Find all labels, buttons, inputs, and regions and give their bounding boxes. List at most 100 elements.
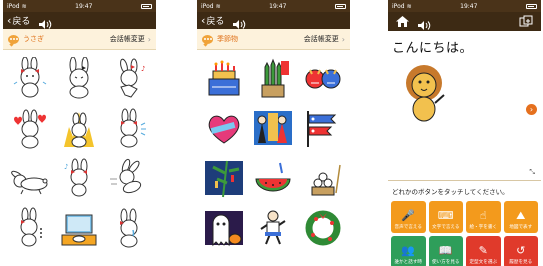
change-book-button[interactable]: 会話帳変更 ›	[304, 34, 345, 44]
battery-icon	[525, 3, 537, 9]
chevron-right-icon: ›	[529, 105, 534, 114]
sticker-rabbit-angry[interactable]	[56, 104, 104, 152]
clock: 19:47	[269, 2, 287, 10]
sticker-grid: ♪ ♪	[3, 50, 156, 252]
category-name: 季節物	[217, 35, 238, 43]
note-icon: ✎	[478, 244, 488, 257]
message-text: こんにちは。	[392, 41, 474, 56]
share-icon[interactable]	[519, 12, 533, 31]
next-arrow-button[interactable]: ›	[526, 104, 537, 115]
sticker-koinobori[interactable]	[299, 104, 347, 152]
sticker-birthday-cake[interactable]	[200, 54, 248, 102]
sticker-watermelon[interactable]	[250, 154, 298, 202]
sticker-rabbit-wonder[interactable]: ♪	[56, 154, 104, 202]
svg-text:♪: ♪	[141, 65, 145, 73]
wifi-icon: ≋	[21, 2, 27, 10]
sticker-hina-dolls[interactable]	[250, 104, 298, 152]
wifi-icon: ≋	[215, 2, 221, 10]
carrier-label: iPod	[7, 2, 20, 10]
change-book-button[interactable]: 会話帳変更 ›	[110, 34, 151, 44]
history-icon: ↺	[516, 244, 526, 257]
sticker-rabbit-computer[interactable]	[56, 204, 104, 252]
status-bar: iPod ≋ 19:47	[197, 0, 350, 12]
sticker-rabbit-jump[interactable]	[105, 154, 153, 202]
sticker-rabbit-love[interactable]	[6, 104, 54, 152]
sticker-rabbit-tear[interactable]	[105, 204, 153, 252]
how-to-button[interactable]: 📖 使い方を見る	[428, 236, 463, 266]
speak-text-button[interactable]: ⌨ 文字で言える	[428, 201, 463, 233]
collapse-icon[interactable]: ⤡	[529, 168, 535, 177]
nav-bar: ‹ 戻る	[3, 12, 156, 29]
status-bar: iPod ≋ 19:47	[3, 0, 156, 12]
phrases-button[interactable]: ✎ 定型文を選ぶ	[466, 236, 501, 266]
sticker-halloween[interactable]	[200, 204, 248, 252]
clock: 19:47	[75, 2, 93, 10]
talk-button[interactable]: 👥 誰かと話す時	[391, 236, 426, 266]
battery-icon	[334, 3, 346, 9]
sticker-heart-love[interactable]	[200, 104, 248, 152]
change-book-label: 会話帳変更	[303, 35, 339, 43]
chat-bubble-icon	[202, 34, 213, 44]
sticker-tanabata[interactable]	[200, 154, 248, 202]
sticker-rabbit-crawl[interactable]	[6, 154, 54, 202]
category-row[interactable]: 季節物 会話帳変更 ›	[197, 29, 350, 50]
button-label: 地図で表す	[509, 225, 533, 230]
button-label: 絵・字を書く	[469, 225, 498, 230]
chat-bubble-icon	[8, 34, 19, 44]
screen-conversation: iPod ≋ 19:47 こんにちは。 › ⤡ どれかのボタンをタッチしてください…	[388, 0, 541, 266]
back-button[interactable]: ‹ 戻る	[7, 14, 30, 27]
action-buttons: 🎤 音声で言える ⌨ 文字で言える ☝ 絵・字を書く ⛰ 地図で表す 👥 誰かと話す時 📖…	[388, 201, 541, 266]
status-bar: iPod ≋ 19:47	[388, 0, 541, 12]
home-icon[interactable]	[396, 12, 409, 31]
instruction-text: どれかのボタンをタッチしてください。	[388, 181, 541, 201]
draw-button[interactable]: ☝ 絵・字を書く	[466, 201, 501, 233]
battery-icon	[140, 3, 152, 9]
speaker-icon[interactable]	[417, 16, 431, 30]
sticker-rabbit-sad[interactable]	[56, 54, 104, 102]
lion-sticker	[406, 65, 445, 122]
chevron-left-icon: ‹	[7, 14, 12, 27]
category-name: うさぎ	[23, 35, 44, 43]
category-row[interactable]: うさぎ 会話帳変更 ›	[3, 29, 156, 50]
sticker-wreath[interactable]	[299, 204, 347, 252]
button-label: 履歴を見る	[509, 260, 533, 265]
sticker-runner[interactable]	[250, 204, 298, 252]
keyboard-icon: ⌨	[437, 209, 454, 222]
microphone-icon: 🎤	[401, 209, 416, 222]
svg-text:♪: ♪	[64, 163, 68, 171]
back-label: 戻る	[12, 17, 31, 27]
back-label: 戻る	[206, 17, 225, 27]
speaker-icon[interactable]	[232, 15, 246, 29]
wifi-icon: ≋	[406, 2, 412, 10]
back-button[interactable]: ‹ 戻る	[201, 14, 224, 27]
book-icon: 📖	[438, 244, 453, 257]
sticker-rabbit-bow[interactable]	[6, 54, 54, 102]
button-label: 音声で言える	[394, 225, 422, 230]
history-button[interactable]: ↺ 履歴を見る	[503, 236, 538, 266]
chevron-right-icon: ›	[341, 34, 345, 44]
change-book-label: 会話帳変更	[109, 35, 145, 43]
hand-pointer-icon: ☝	[479, 209, 487, 222]
button-label: 文字で言える	[432, 225, 460, 230]
speaker-icon[interactable]	[38, 15, 52, 29]
sticker-tsukimi[interactable]	[299, 154, 347, 202]
sticker-grid	[197, 50, 350, 252]
nav-bar	[388, 12, 541, 31]
chevron-right-icon: ›	[147, 34, 151, 44]
chevron-left-icon: ‹	[201, 14, 206, 27]
sticker-rabbit-cry[interactable]	[105, 104, 153, 152]
screen-rabbit-stickers: iPod ≋ 19:47 ‹ 戻る うさぎ 会話帳変更 › ♪ ♪	[3, 0, 156, 266]
speak-voice-button[interactable]: 🎤 音声で言える	[391, 201, 426, 233]
sticker-oni-masks[interactable]	[299, 54, 347, 102]
sticker-rabbit-dots[interactable]	[6, 204, 54, 252]
button-label: 定型文を選ぶ	[469, 260, 498, 265]
sticker-rabbit-dance[interactable]: ♪	[105, 54, 153, 102]
clock: 19:47	[460, 2, 478, 10]
sticker-kadomatsu[interactable]	[250, 54, 298, 102]
message-area[interactable]: こんにちは。 › ⤡	[388, 31, 541, 181]
button-label: 使い方を見る	[431, 260, 460, 265]
carrier-label: iPod	[201, 2, 214, 10]
nav-bar: ‹ 戻る	[197, 12, 350, 29]
carrier-label: iPod	[392, 2, 405, 10]
map-button[interactable]: ⛰ 地図で表す	[503, 201, 538, 233]
